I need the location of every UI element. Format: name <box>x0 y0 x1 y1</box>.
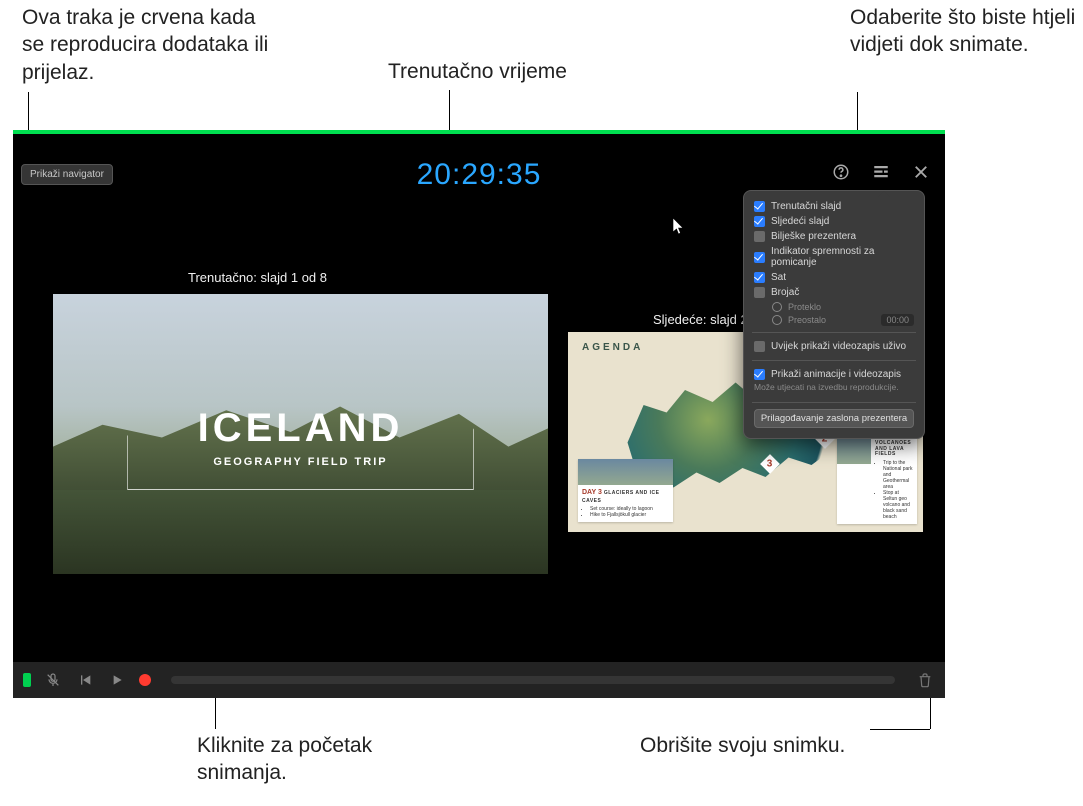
performance-note: Može utjecati na izvedbu reprodukcije. <box>744 382 924 396</box>
mouse-cursor-icon <box>673 218 685 236</box>
agenda-card-day2: DAY 2 VOLCANOES AND LAVA FIELDS Trip to … <box>837 430 917 524</box>
checkbox-icon <box>754 341 765 352</box>
current-slide-preview[interactable]: ICELAND GEOGRAPHY FIELD TRIP <box>53 294 548 574</box>
callout-line <box>870 729 930 730</box>
callout-current-time: Trenutačno vrijeme <box>388 58 567 85</box>
customize-presenter-display-button[interactable]: Prilagođavanje zaslona prezentera <box>754 409 914 428</box>
checkbox-icon <box>754 231 765 242</box>
callout-line <box>930 693 931 729</box>
separator <box>752 402 916 403</box>
callout-start-recording: Kliknite za početak snimanja. <box>197 732 427 787</box>
option-timer[interactable]: Brojač <box>744 285 924 300</box>
callout-display-options: Odaberite što biste htjeli vidjeti dok s… <box>850 4 1080 59</box>
option-show-animations[interactable]: Prikaži animacije i videozapis <box>744 367 924 382</box>
current-time-clock: 20:29:35 <box>13 158 945 192</box>
previous-icon[interactable] <box>75 670 95 690</box>
presenter-recording-window: Prikaži navigator 20:29:35 Trenutačno: s… <box>13 130 945 698</box>
trash-icon[interactable] <box>915 670 935 690</box>
play-icon[interactable] <box>107 670 127 690</box>
callout-delete-recording: Obrišite svoju snimku. <box>640 732 845 759</box>
display-options-icon[interactable] <box>869 160 893 184</box>
audio-level-indicator <box>23 673 31 687</box>
current-slide-subtitle: GEOGRAPHY FIELD TRIP <box>53 456 548 468</box>
checkbox-icon <box>754 216 765 227</box>
checkbox-icon <box>754 287 765 298</box>
checkbox-icon <box>754 201 765 212</box>
close-icon[interactable] <box>909 160 933 184</box>
radio-icon <box>772 315 782 325</box>
playback-toolbar <box>13 662 945 698</box>
timer-elapsed-radio[interactable]: Proteklo <box>744 302 914 312</box>
radio-icon <box>772 302 782 312</box>
checkbox-icon <box>754 369 765 380</box>
timeline-track[interactable] <box>171 676 895 684</box>
option-clock[interactable]: Sat <box>744 270 924 285</box>
record-button[interactable] <box>139 674 151 686</box>
option-current-slide[interactable]: Trenutačni slajd <box>744 199 924 214</box>
agenda-card-day3: DAY 3 GLACIERS AND ICE CAVES Set course:… <box>578 459 673 522</box>
current-slide-label: Trenutačno: slajd 1 od 8 <box>188 270 327 285</box>
callout-line <box>28 92 29 132</box>
help-icon[interactable] <box>829 160 853 184</box>
recording-status-bar <box>13 130 945 134</box>
mute-mic-icon[interactable] <box>43 670 63 690</box>
option-presenter-notes[interactable]: Bilješke prezentera <box>744 229 924 244</box>
option-next-slide[interactable]: Sljedeći slajd <box>744 214 924 229</box>
current-slide-title: ICELAND <box>53 406 548 451</box>
separator <box>752 332 916 333</box>
option-always-show-live-video[interactable]: Uvijek prikaži videozapis uživo <box>744 339 924 354</box>
option-ready-indicator[interactable]: Indikator spremnosti za pomicanje <box>744 244 924 270</box>
timer-value-field[interactable]: 00:00 <box>881 314 914 326</box>
display-options-popover: Trenutačni slajd Sljedeći slajd Bilješke… <box>743 190 925 439</box>
timer-remaining-radio[interactable]: Preostalo00:00 <box>744 314 914 326</box>
separator <box>752 360 916 361</box>
callout-line <box>215 693 216 729</box>
callout-recording-bar: Ova traka je crvena kada se reproducira … <box>22 4 282 86</box>
checkbox-icon <box>754 252 765 263</box>
checkbox-icon <box>754 272 765 283</box>
